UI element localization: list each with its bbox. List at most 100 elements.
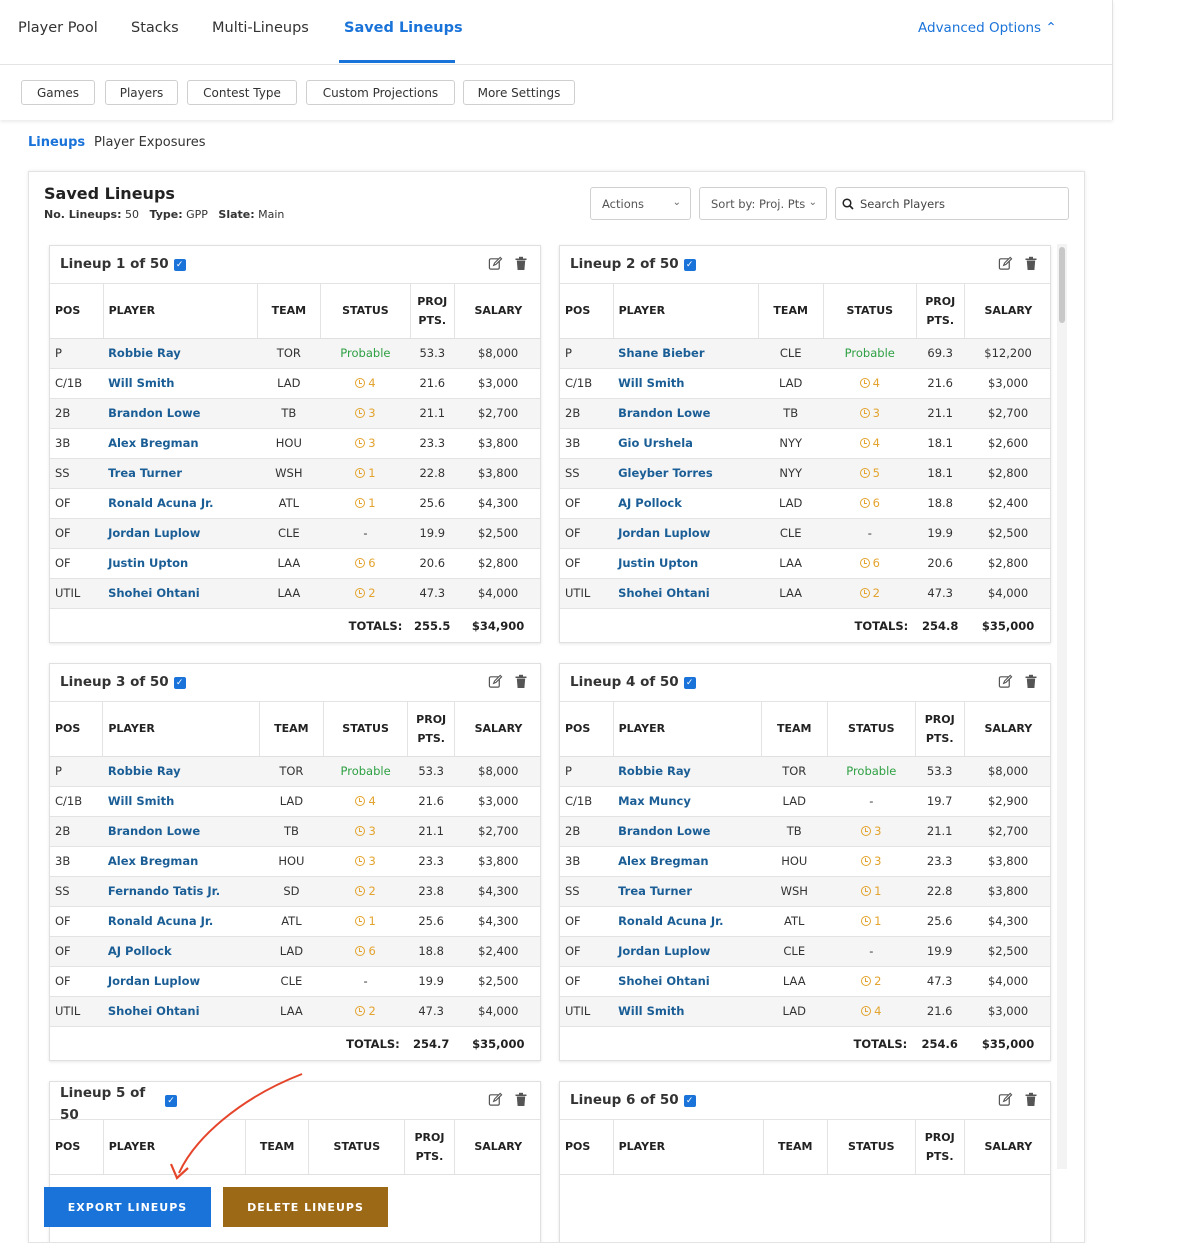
player-link[interactable]: Jordan Luplow	[613, 936, 762, 967]
th-team: TEAM	[257, 284, 321, 339]
player-link[interactable]: Brandon Lowe	[103, 398, 258, 429]
player-link[interactable]: Jordan Luplow	[102, 966, 260, 997]
player-link[interactable]: Fernando Tatis Jr.	[102, 876, 260, 907]
clock-icon	[859, 438, 870, 448]
table-row: OF Shohei Ohtani LAA 2 47.3 $4,000	[560, 966, 1050, 997]
table-row: UTIL Shohei Ohtani LAA 2 47.3 $4,000	[50, 578, 540, 609]
player-link[interactable]: Trea Turner	[103, 458, 258, 489]
th-team: TEAM	[758, 284, 824, 339]
edit-icon[interactable]	[488, 1092, 504, 1108]
cell-proj-pts: 21.6	[915, 996, 965, 1027]
active-tab-indicator	[339, 60, 455, 63]
player-link[interactable]: AJ Pollock	[102, 936, 260, 967]
player-link[interactable]: AJ Pollock	[613, 488, 759, 519]
search-input[interactable]	[860, 196, 1060, 211]
player-link[interactable]: Will Smith	[613, 996, 762, 1027]
trash-icon[interactable]	[1024, 1092, 1040, 1108]
cell-pos: C/1B	[560, 786, 614, 817]
scrollbar-track[interactable]	[1057, 244, 1067, 1169]
player-link[interactable]: Ronald Acuna Jr.	[103, 488, 258, 519]
player-link[interactable]: Ronald Acuna Jr.	[102, 906, 260, 937]
player-link[interactable]: Robbie Ray	[103, 338, 258, 369]
player-link[interactable]: Robbie Ray	[613, 756, 762, 787]
table-row: 2B Brandon Lowe TB 3 21.1 $2,700	[560, 816, 1050, 847]
player-link[interactable]: Brandon Lowe	[102, 816, 260, 847]
status-order: 4	[874, 1004, 882, 1018]
player-link[interactable]: Trea Turner	[613, 876, 762, 907]
trash-icon[interactable]	[1024, 674, 1040, 690]
player-link[interactable]: Shane Bieber	[613, 338, 759, 369]
player-link[interactable]: Ronald Acuna Jr.	[613, 906, 762, 937]
player-link[interactable]: Max Muncy	[613, 786, 762, 817]
subtab-lineups[interactable]: Lineups	[28, 135, 85, 150]
player-link[interactable]: Will Smith	[102, 786, 260, 817]
filter-custom-projections-button[interactable]: Custom Projections	[306, 80, 455, 105]
tab-saved-lineups[interactable]: Saved Lineups	[344, 20, 463, 36]
trash-icon[interactable]	[514, 674, 530, 690]
player-link[interactable]: Brandon Lowe	[613, 816, 762, 847]
cell-proj-pts: 53.3	[407, 756, 455, 787]
th-status: STATUS	[827, 1120, 916, 1175]
cell-proj-pts: 53.3	[915, 756, 965, 787]
edit-icon[interactable]	[998, 1092, 1014, 1108]
scrollbar-thumb[interactable]	[1059, 247, 1065, 323]
tab-stacks[interactable]: Stacks	[131, 20, 179, 36]
lineup-checkbox[interactable]: ✓	[683, 1095, 696, 1107]
tab-multi-lineups[interactable]: Multi-Lineups	[212, 20, 309, 36]
trash-icon[interactable]	[514, 1092, 530, 1108]
player-link[interactable]: Will Smith	[103, 368, 258, 399]
actions-dropdown[interactable]: Actions ⌄	[590, 187, 691, 220]
advanced-options-link[interactable]: Advanced Options ⌃	[918, 20, 1057, 36]
edit-icon[interactable]	[488, 256, 504, 272]
clock-icon	[859, 558, 870, 568]
player-link[interactable]: Justin Upton	[613, 548, 759, 579]
cell-salary: $2,600	[964, 428, 1050, 459]
lineup-title-text: Lineup 2 of 50	[570, 256, 679, 272]
tab-player-pool[interactable]: Player Pool	[18, 20, 98, 36]
trash-icon[interactable]	[514, 256, 530, 272]
player-link[interactable]: Alex Bregman	[102, 846, 260, 877]
cell-status: -	[827, 936, 916, 967]
player-link[interactable]: Gio Urshela	[613, 428, 759, 459]
th-player: PLAYER	[613, 284, 759, 339]
edit-icon[interactable]	[488, 674, 504, 690]
th-player: PLAYER	[103, 284, 258, 339]
cell-pos: OF	[50, 518, 104, 549]
player-link[interactable]: Gleyber Torres	[613, 458, 759, 489]
player-link[interactable]: Justin Upton	[103, 548, 258, 579]
cell-status: 5	[823, 458, 917, 489]
edit-icon[interactable]	[998, 256, 1014, 272]
subtab-player-exposures[interactable]: Player Exposures	[94, 135, 206, 150]
filter-more-settings-button[interactable]: More Settings	[463, 80, 575, 105]
cell-salary: $3,800	[964, 876, 1050, 907]
filter-contest-type-button[interactable]: Contest Type	[187, 80, 297, 105]
player-link[interactable]: Will Smith	[613, 368, 759, 399]
filter-players-button[interactable]: Players	[105, 80, 178, 105]
lineup-table: POS PLAYER TEAM STATUS PROJ PTS. SALARY P Robbie…	[50, 702, 540, 1060]
edit-icon[interactable]	[998, 674, 1014, 690]
player-link[interactable]: Shohei Ohtani	[613, 578, 759, 609]
trash-icon[interactable]	[1024, 256, 1040, 272]
player-link[interactable]: Shohei Ohtani	[103, 578, 258, 609]
lineup-checkbox[interactable]: ✓	[173, 677, 186, 689]
player-link[interactable]: Robbie Ray	[102, 756, 260, 787]
lineup-checkbox[interactable]: ✓	[173, 259, 186, 271]
player-link[interactable]: Jordan Luplow	[103, 518, 258, 549]
player-link[interactable]: Alex Bregman	[103, 428, 258, 459]
player-link[interactable]: Jordan Luplow	[613, 518, 759, 549]
table-row: C/1B Will Smith LAD 4 21.6 $3,000	[560, 368, 1050, 399]
cell-proj-pts: 20.6	[410, 548, 455, 579]
player-link[interactable]: Shohei Ohtani	[613, 966, 762, 997]
delete-lineups-button[interactable]: DELETE LINEUPS	[223, 1187, 388, 1227]
lineup-checkbox[interactable]: ✓	[683, 259, 696, 271]
player-link[interactable]: Shohei Ohtani	[102, 996, 260, 1027]
player-link[interactable]: Alex Bregman	[613, 846, 762, 877]
filter-games-button[interactable]: Games	[21, 80, 95, 105]
clock-icon	[861, 826, 872, 836]
table-row: OF Jordan Luplow CLE -19.9 $2,500	[560, 936, 1050, 967]
sort-dropdown[interactable]: Sort by: Proj. Pts ⌄	[699, 187, 827, 220]
export-lineups-button[interactable]: EXPORT LINEUPS	[44, 1187, 211, 1227]
lineup-checkbox[interactable]: ✓	[683, 677, 696, 689]
status-order: 2	[368, 884, 376, 898]
player-link[interactable]: Brandon Lowe	[613, 398, 759, 429]
